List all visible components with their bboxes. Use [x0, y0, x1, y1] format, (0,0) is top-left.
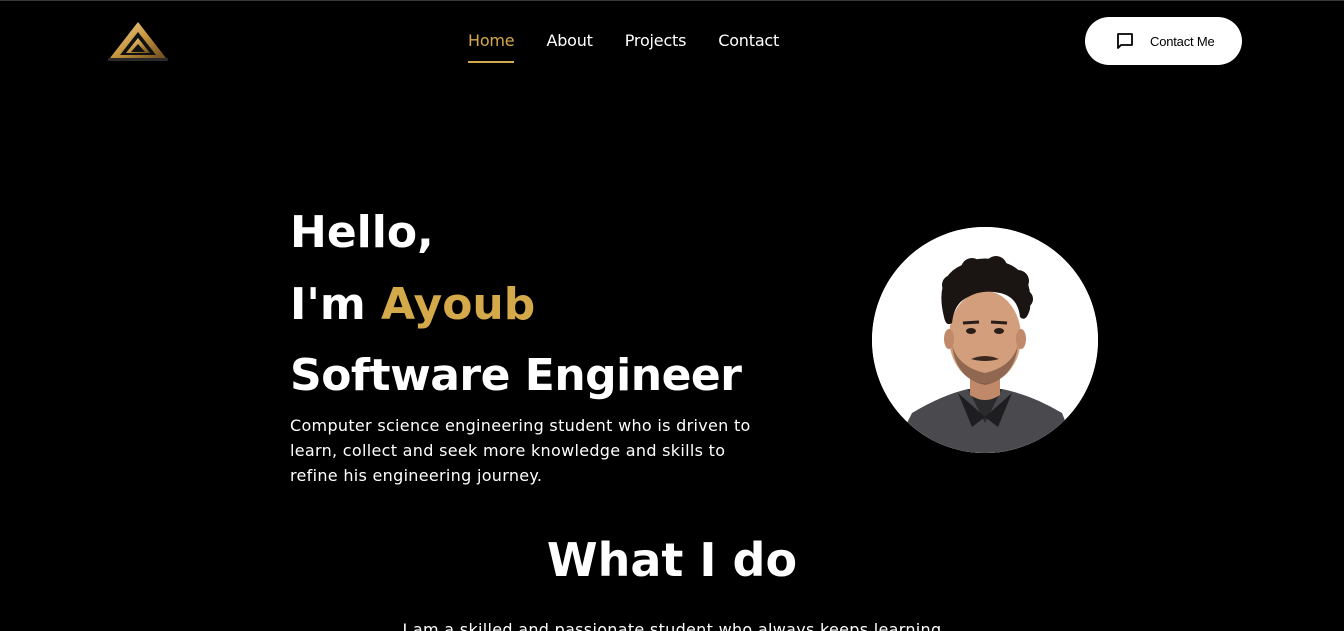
active-underline [468, 61, 515, 63]
hero-intro: I'm Ayoub [290, 275, 535, 335]
hero-description: Computer science engineering student who… [290, 416, 751, 485]
nav-link-label: About [546, 31, 593, 50]
nav-link-label: Home [468, 31, 515, 50]
nav-link-home[interactable]: Home [468, 31, 515, 63]
what-i-do-text: I am a skilled and passionate student wh… [402, 620, 942, 631]
brand-logo[interactable] [108, 20, 168, 62]
message-square-icon [1117, 33, 1133, 49]
hero-name: Ayoub [381, 279, 536, 330]
nav-link-label: Projects [624, 31, 687, 50]
nav-link-contact[interactable]: Contact [718, 31, 779, 51]
top-border [0, 0, 1344, 1]
portfolio-page: Home About Projects Contact Contact Me H… [0, 0, 1344, 631]
hero-greeting: Hello, [290, 207, 434, 258]
profile-photo-illustration [872, 227, 1098, 453]
nav-link-about[interactable]: About [546, 31, 593, 51]
hero-role: Software Engineer [290, 350, 742, 401]
contact-me-button[interactable]: Contact Me [1085, 17, 1242, 65]
main-nav: Home About Projects Contact [468, 31, 811, 63]
hero-intro-prefix: I'm [290, 279, 366, 330]
profile-photo [872, 227, 1098, 453]
contact-me-label: Contact Me [1150, 33, 1215, 49]
nav-link-label: Contact [718, 31, 780, 50]
what-i-do-title: What I do [546, 533, 798, 587]
nav-link-projects[interactable]: Projects [624, 31, 687, 51]
